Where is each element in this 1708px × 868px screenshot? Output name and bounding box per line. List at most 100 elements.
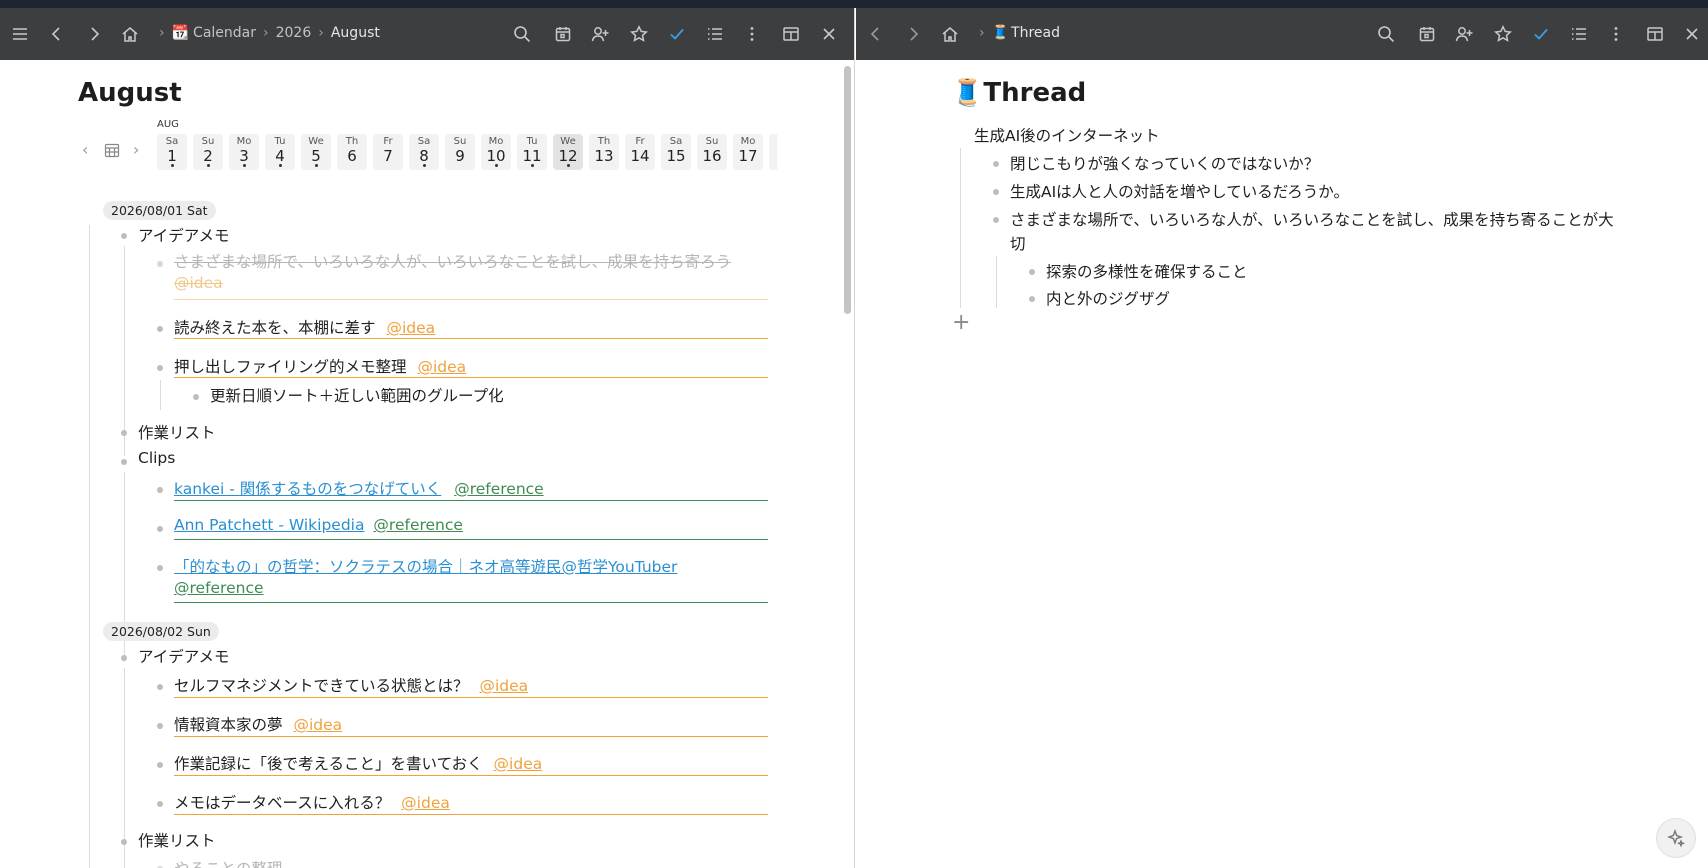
search-icon[interactable] xyxy=(1374,22,1398,46)
tag-idea[interactable]: @idea xyxy=(417,358,466,376)
bullet[interactable] xyxy=(1029,269,1035,275)
calendar-icon[interactable] xyxy=(551,22,575,46)
tag-idea[interactable]: @idea xyxy=(479,677,528,695)
clip-link[interactable]: 「的なもの」の哲学：ソクラテスの場合｜ネオ高等遊民@哲学YouTuber xyxy=(174,558,677,576)
clips-heading[interactable]: Clips xyxy=(138,449,175,467)
close-icon[interactable] xyxy=(1680,22,1704,46)
list-item[interactable]: 読み終えた本を、本棚に差す @idea xyxy=(174,316,435,338)
bullet[interactable] xyxy=(121,459,127,465)
list-icon[interactable] xyxy=(1567,22,1591,46)
back-icon[interactable] xyxy=(864,22,888,46)
layout-icon[interactable] xyxy=(1643,22,1667,46)
day-cell[interactable]: Tu 4 xyxy=(265,134,295,170)
idea-heading[interactable]: アイデアメモ xyxy=(138,224,229,246)
date-badge[interactable]: 2026/08/01 Sat xyxy=(103,201,216,220)
day-cell[interactable]: Fr 7 xyxy=(373,134,403,170)
list-item[interactable]: セルフマネジメントできている状態とは？ @idea xyxy=(174,674,528,696)
tag-reference[interactable]: @reference xyxy=(454,480,544,498)
day-cell[interactable]: Su 9 xyxy=(445,134,475,170)
list-item[interactable]: メモはデータベースに入れる？ @idea xyxy=(174,791,450,813)
day-cell[interactable]: Su 2 xyxy=(193,134,223,170)
more-vertical-icon[interactable] xyxy=(1604,22,1628,46)
day-cell[interactable]: Tu 11 xyxy=(517,134,547,170)
bullet[interactable] xyxy=(993,161,999,167)
list-item-done[interactable]: さまざまな場所で、いろいろな人が、いろいろなことを試し、成果を持ち寄ろう xyxy=(174,250,731,272)
bullet[interactable] xyxy=(157,526,163,532)
list-item[interactable]: やることの整理 xyxy=(174,857,282,868)
calendar-icon[interactable] xyxy=(1415,22,1439,46)
day-cell[interactable]: Sa 8 xyxy=(409,134,439,170)
bullet[interactable] xyxy=(121,655,127,661)
idea-heading[interactable]: アイデアメモ xyxy=(138,645,229,667)
bullet[interactable] xyxy=(157,565,163,571)
bullet[interactable] xyxy=(157,326,163,332)
clip-link[interactable]: Ann Patchett - Wikipedia xyxy=(174,516,364,534)
back-icon[interactable] xyxy=(45,22,69,46)
day-cell[interactable]: T1 xyxy=(769,134,777,170)
bullet[interactable] xyxy=(157,684,163,690)
scrollbar[interactable] xyxy=(844,66,851,314)
list-item[interactable]: kankei - 関係するものをつなげていく @reference xyxy=(174,477,544,499)
list-icon[interactable] xyxy=(703,22,727,46)
add-item-button[interactable]: + xyxy=(952,310,970,335)
bullet[interactable] xyxy=(1029,296,1035,302)
tag-reference-row[interactable]: @reference xyxy=(174,579,264,597)
home-icon[interactable] xyxy=(938,22,962,46)
day-cell[interactable]: Sa 15 xyxy=(661,134,691,170)
check-icon[interactable] xyxy=(1529,22,1553,46)
day-cell[interactable]: Mo 10 xyxy=(481,134,511,170)
list-item[interactable]: Ann Patchett - Wikipedia @reference xyxy=(174,516,463,534)
day-cell[interactable]: We 12 xyxy=(553,134,583,170)
search-icon[interactable] xyxy=(510,22,534,46)
tag-idea[interactable]: @idea xyxy=(174,274,223,292)
work-heading[interactable]: 作業リスト xyxy=(138,421,216,443)
list-item[interactable]: 作業記録に「後で考えること」を書いておく @idea xyxy=(174,752,542,774)
forward-icon[interactable] xyxy=(82,22,106,46)
day-cell[interactable]: Th 6 xyxy=(337,134,367,170)
list-item[interactable]: 生成AIは人と人の対話を増やしているだろうか。 xyxy=(1010,180,1349,202)
tag-reference[interactable]: @reference xyxy=(174,579,264,597)
check-icon[interactable] xyxy=(665,22,689,46)
list-item[interactable]: さまざまな場所で、いろいろな人が、いろいろなことを試し、成果を持ち寄ることが大 xyxy=(1010,208,1614,230)
bullet[interactable] xyxy=(157,261,163,267)
calendar-grid-icon[interactable] xyxy=(104,142,120,162)
list-item[interactable]: 閉じこもりが強くなっていくのではないか？ xyxy=(1010,152,1319,174)
menu-icon[interactable] xyxy=(8,22,32,46)
close-icon[interactable] xyxy=(817,22,841,46)
breadcrumb-current[interactable]: Thread xyxy=(1011,25,1060,41)
layout-icon[interactable] xyxy=(779,22,803,46)
tag-idea[interactable]: @idea xyxy=(494,755,543,773)
day-cell[interactable]: We 5 xyxy=(301,134,331,170)
clip-link[interactable]: kankei - 関係するものをつなげていく xyxy=(174,480,441,498)
day-cell[interactable]: Fr 14 xyxy=(625,134,655,170)
day-cell[interactable]: Th 13 xyxy=(589,134,619,170)
more-vertical-icon[interactable] xyxy=(740,22,764,46)
bullet[interactable] xyxy=(157,762,163,768)
add-user-icon[interactable] xyxy=(588,22,612,46)
list-item[interactable]: 更新日順ソート＋近しい範囲のグループ化 xyxy=(210,384,504,406)
tag-idea[interactable]: @idea xyxy=(401,794,450,812)
bullet[interactable] xyxy=(993,217,999,223)
home-icon[interactable] xyxy=(118,22,142,46)
day-cell[interactable]: Su 16 xyxy=(697,134,727,170)
ai-sparkle-button[interactable] xyxy=(1656,818,1696,858)
tag-idea[interactable]: @idea xyxy=(293,716,342,734)
tag-reference[interactable]: @reference xyxy=(373,516,463,534)
bullet[interactable] xyxy=(121,233,127,239)
forward-icon[interactable] xyxy=(901,22,925,46)
bullet[interactable] xyxy=(157,365,163,371)
bullet[interactable] xyxy=(157,801,163,807)
date-badge[interactable]: 2026/08/02 Sun xyxy=(103,622,219,641)
bullet[interactable] xyxy=(157,723,163,729)
bullet[interactable] xyxy=(121,430,127,436)
star-icon[interactable] xyxy=(627,22,651,46)
root-item[interactable]: 生成AI後のインターネット xyxy=(974,124,1160,146)
list-item[interactable]: 内と外のジグザグ xyxy=(1046,287,1170,309)
bullet[interactable] xyxy=(157,487,163,493)
bullet[interactable] xyxy=(993,189,999,195)
list-item[interactable]: 「的なもの」の哲学：ソクラテスの場合｜ネオ高等遊民@哲学YouTuber xyxy=(174,555,677,577)
list-item[interactable]: 押し出しファイリング的メモ整理 @idea xyxy=(174,355,466,377)
day-cell[interactable]: Sa 1 xyxy=(157,134,187,170)
prev-week-icon[interactable]: ‹ xyxy=(82,140,88,159)
add-user-icon[interactable] xyxy=(1452,22,1476,46)
